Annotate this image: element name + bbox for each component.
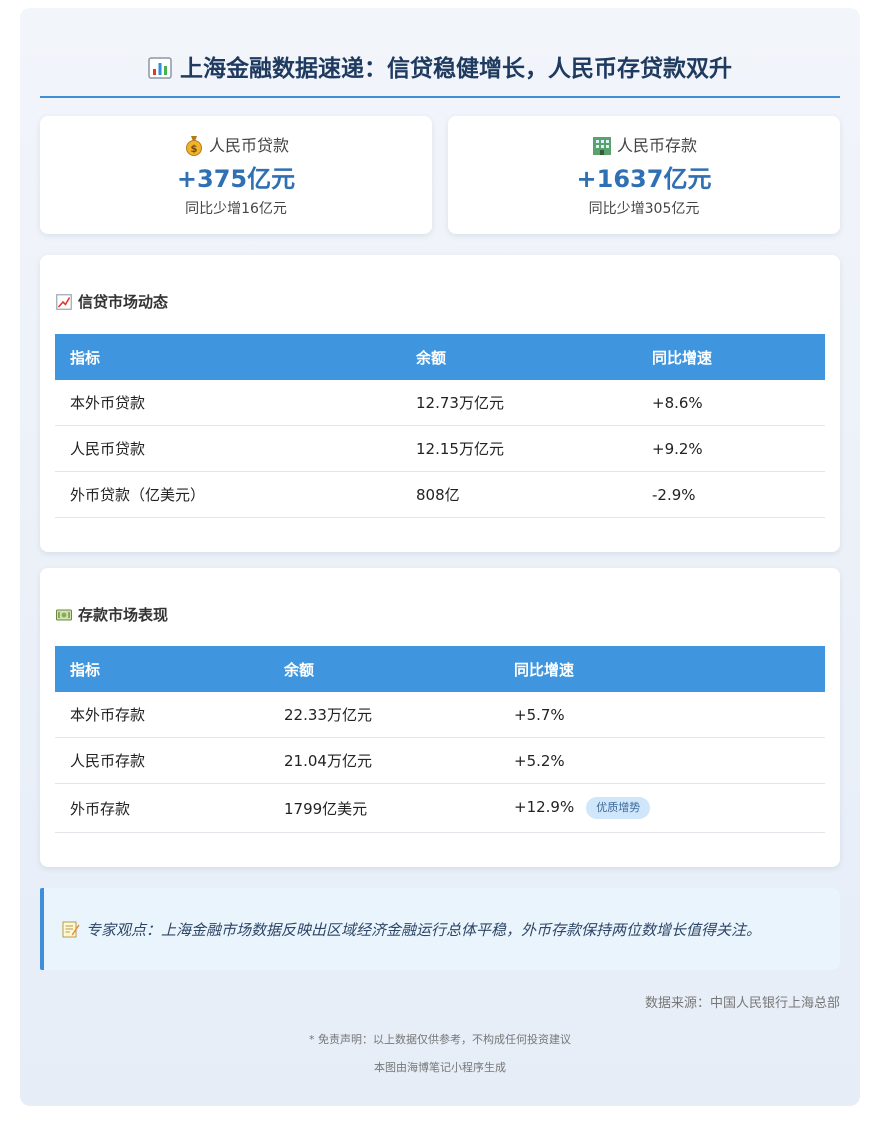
column-header: 指标 — [55, 646, 269, 692]
stat-card-rmb-loan: $ 人民币贷款 +375亿元 同比少增16亿元 — [40, 116, 432, 234]
page-title: 上海金融数据速递：信贷稳健增长，人民币存贷款双升 — [40, 48, 840, 98]
column-header: 同比增速 — [637, 334, 825, 380]
column-header: 同比增速 — [499, 646, 825, 692]
stat-value: +1637亿元 — [576, 165, 712, 193]
stat-card-rmb-deposit: 人民币存款 +1637亿元 同比少增305亿元 — [448, 116, 840, 234]
growth-value: +12.9% — [514, 798, 575, 816]
expert-opinion-box: 专家观点：上海金融市场数据反映出区域经济金融运行总体平稳，外币存款保持两位数增长… — [40, 888, 840, 970]
table-cell: +8.6% — [637, 380, 825, 426]
credit-section-title: 信贷市场动态 — [56, 292, 168, 312]
table-row: 人民币存款 21.04万亿元 +5.2% — [55, 737, 825, 784]
credit-section: 信贷市场动态 指标 余额 同比增速 本外币贷款 12.73万亿元 +8.6% 人… — [40, 255, 840, 552]
table-row: 外币存款 1799亿美元 +12.9% 优质增势 — [55, 783, 825, 833]
table-cell: 外币存款 — [55, 783, 269, 833]
stat-subtext: 同比少增305亿元 — [588, 201, 700, 217]
expert-opinion: 专家观点：上海金融市场数据反映出区域经济金融运行总体平稳，外币存款保持两位数增长… — [62, 919, 761, 941]
table-cell: 21.04万亿元 — [269, 737, 499, 784]
table-cell: -2.9% — [637, 471, 825, 518]
disclaimer: * 免责声明：以上数据仅供参考，不构成任何投资建议 — [309, 1033, 571, 1046]
table-header-row: 指标 余额 同比增速 — [55, 334, 825, 380]
column-header: 余额 — [401, 334, 637, 380]
trend-chart-icon — [56, 294, 72, 310]
memo-icon — [62, 921, 80, 938]
table-cell: +5.2% — [499, 737, 825, 784]
table-cell: 808亿 — [401, 471, 637, 518]
page-container: 上海金融数据速递：信贷稳健增长，人民币存贷款双升 $ 人民币贷款 +375亿元 … — [20, 8, 860, 1106]
table-cell: +9.2% — [637, 425, 825, 472]
stat-value: +375亿元 — [176, 165, 296, 193]
table-cell: 本外币贷款 — [55, 380, 401, 426]
table-cell: +12.9% 优质增势 — [499, 783, 825, 833]
deposit-table: 指标 余额 同比增速 本外币存款 22.33万亿元 +5.7% 人民币存款 21… — [55, 646, 825, 833]
table-cell: 人民币贷款 — [55, 425, 401, 472]
table-row: 外币贷款（亿美元） 808亿 -2.9% — [55, 471, 825, 518]
stat-label: 人民币贷款 — [208, 136, 289, 155]
table-cell: +5.7% — [499, 692, 825, 738]
deposit-section: 存款市场表现 指标 余额 同比增速 本外币存款 22.33万亿元 +5.7% 人… — [40, 568, 840, 867]
table-row: 本外币存款 22.33万亿元 +5.7% — [55, 692, 825, 738]
table-row: 本外币贷款 12.73万亿元 +8.6% — [55, 380, 825, 426]
stat-label: 人民币存款 — [616, 136, 697, 155]
bank-building-icon — [592, 137, 611, 155]
table-cell: 12.73万亿元 — [401, 380, 637, 426]
page-title-text: 上海金融数据速递：信贷稳健增长，人民币存贷款双升 — [180, 56, 732, 82]
table-cell: 12.15万亿元 — [401, 425, 637, 472]
table-cell: 22.33万亿元 — [269, 692, 499, 738]
column-header: 指标 — [55, 334, 401, 380]
column-header: 余额 — [269, 646, 499, 692]
status-badge: 优质增势 — [586, 797, 651, 819]
generated-note: 本图由海博笔记小程序生成 — [374, 1061, 506, 1074]
data-source: 数据来源：中国人民银行上海总部 — [644, 996, 840, 1011]
table-cell: 本外币存款 — [55, 692, 269, 738]
stat-subtext: 同比少增16亿元 — [185, 201, 287, 217]
table-cell: 1799亿美元 — [269, 783, 499, 833]
money-bag-icon: $ — [185, 136, 202, 156]
banknote-icon — [56, 609, 72, 621]
bar-chart-icon — [148, 57, 172, 79]
table-row: 人民币贷款 12.15万亿元 +9.2% — [55, 425, 825, 472]
svg-text:$: $ — [191, 144, 198, 155]
deposit-section-title: 存款市场表现 — [56, 605, 168, 625]
table-cell: 人民币存款 — [55, 737, 269, 784]
credit-table: 指标 余额 同比增速 本外币贷款 12.73万亿元 +8.6% 人民币贷款 12… — [55, 334, 825, 518]
table-header-row: 指标 余额 同比增速 — [55, 646, 825, 692]
expert-opinion-text: 专家观点：上海金融市场数据反映出区域经济金融运行总体平稳，外币存款保持两位数增长… — [86, 921, 762, 939]
table-cell: 外币贷款（亿美元） — [55, 471, 401, 518]
